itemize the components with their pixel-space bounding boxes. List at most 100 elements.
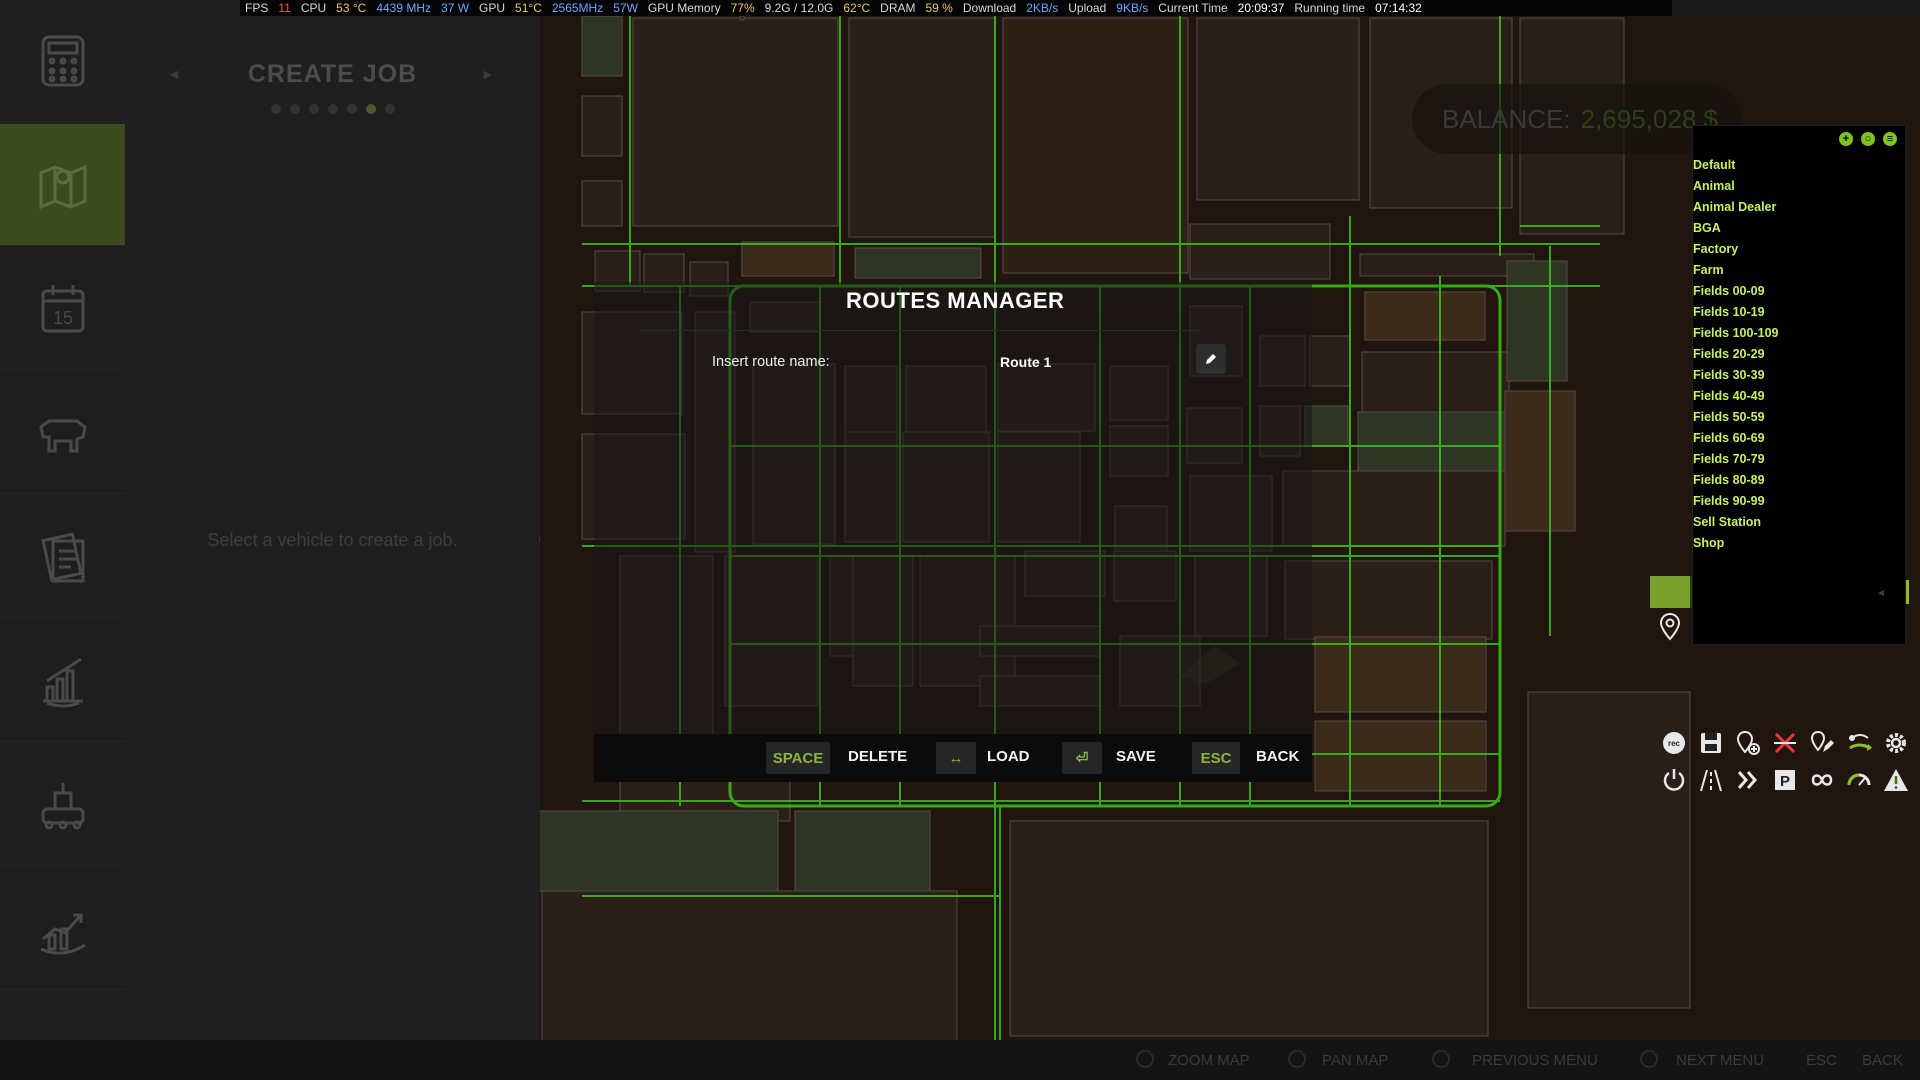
sidebar-item-finance[interactable]: [0, 868, 125, 990]
svg-text:P: P: [1779, 773, 1789, 790]
connect-button[interactable]: [1840, 724, 1877, 761]
stat-16: Download: [962, 1, 1017, 15]
bottom-control-bar: [0, 1040, 1920, 1080]
route-list-item[interactable]: Default: [1693, 155, 1903, 176]
settings-button[interactable]: [1877, 724, 1914, 761]
route-name-label: Insert route name:: [712, 354, 830, 370]
stat-10: GPU Memory: [647, 1, 721, 15]
previous-menu-icon: [1432, 1050, 1450, 1068]
route-list-item[interactable]: Fields 50-59: [1693, 407, 1903, 428]
edit-marker-icon: [1810, 730, 1834, 752]
route-list-item[interactable]: Shop: [1693, 533, 1903, 554]
fast-forward-icon: [1737, 770, 1757, 789]
record-icon: rec: [1662, 731, 1685, 754]
job-page-dot[interactable]: [384, 104, 395, 114]
parking-icon: P: [1774, 769, 1795, 790]
route-list: Default Animal Animal Dealer BGA Factory Farm…: [1693, 155, 1903, 554]
stat-5: 37 W: [441, 1, 470, 15]
stat-18: Upload: [1068, 1, 1107, 15]
delete-route-icon: [1773, 732, 1796, 753]
previous-menu-hint[interactable]: PREVIOUS MENU: [1472, 1052, 1598, 1069]
route-list-item[interactable]: Fields 80-89: [1693, 470, 1903, 491]
route-list-item[interactable]: Animal Dealer: [1693, 197, 1903, 218]
dialog-title: ROUTES MANAGER: [846, 288, 1065, 313]
delete-button[interactable]: DELETE: [848, 748, 907, 765]
job-page-dots: [125, 104, 540, 114]
job-page-dot[interactable]: [308, 104, 319, 114]
stat-9: 57W: [613, 1, 638, 15]
back-hint[interactable]: BACK: [1862, 1052, 1903, 1069]
fast-forward-button[interactable]: [1729, 761, 1766, 798]
record-button[interactable]: rec: [1655, 724, 1692, 761]
save-button[interactable]: SAVE: [1116, 748, 1156, 765]
edit-route-name-button[interactable]: [1196, 344, 1226, 374]
next-menu-hint[interactable]: NEXT MENU: [1676, 1052, 1764, 1069]
stat-23: 07:14:32: [1375, 1, 1422, 15]
job-page-dot[interactable]: [365, 104, 376, 114]
speedometer-button[interactable]: [1840, 761, 1877, 798]
route-list-item[interactable]: Animal: [1693, 176, 1903, 197]
route-list-item[interactable]: Fields 70-79: [1693, 449, 1903, 470]
loop-button[interactable]: [1803, 761, 1840, 798]
route-list-item[interactable]: Factory: [1693, 239, 1903, 260]
route-list-item[interactable]: BGA: [1693, 218, 1903, 239]
stat-17: 2KB/s: [1026, 1, 1059, 15]
load-button[interactable]: LOAD: [987, 748, 1030, 765]
route-selection-indicator: [1650, 576, 1690, 608]
save-button[interactable]: [1692, 724, 1729, 761]
filter-route-icon[interactable]: ≡: [1883, 132, 1897, 146]
sidebar-item-cow[interactable]: [0, 372, 125, 494]
load-key-hint[interactable]: ↔: [936, 742, 976, 774]
add-marker-icon: [1736, 730, 1760, 755]
power-button[interactable]: [1655, 761, 1692, 798]
route-list-item[interactable]: Fields 90-99: [1693, 491, 1903, 512]
sidebar-item-statistics[interactable]: [0, 620, 125, 742]
sidebar-item-map[interactable]: [0, 124, 125, 246]
stat-13: 62°C: [843, 1, 871, 15]
stat-7: 51°C: [515, 1, 542, 15]
sidebar-item-calculator[interactable]: [0, 0, 125, 122]
stat-1: 11: [278, 1, 291, 15]
esc-key-hint[interactable]: ESC: [1192, 742, 1240, 774]
route-selection-edge: [1906, 580, 1909, 604]
route-list-item[interactable]: Fields 10-19: [1693, 302, 1903, 323]
space-key-hint[interactable]: SPACE: [766, 742, 830, 774]
save-key-hint[interactable]: ⏎: [1062, 742, 1102, 774]
edit-marker-button[interactable]: [1803, 724, 1840, 761]
esc-hint: ESC: [1806, 1052, 1837, 1069]
sidebar-item-production[interactable]: [0, 744, 125, 866]
parking-button[interactable]: P: [1766, 761, 1803, 798]
job-page-dot[interactable]: [270, 104, 281, 114]
warning-button[interactable]: [1877, 761, 1914, 798]
add-route-icon[interactable]: +: [1839, 132, 1853, 146]
job-page-dot[interactable]: [289, 104, 300, 114]
settings-icon: [1885, 732, 1906, 753]
pan-map-hint[interactable]: PAN MAP: [1322, 1052, 1388, 1069]
marker-pin-icon[interactable]: [1658, 612, 1682, 642]
route-list-item[interactable]: Fields 100-109: [1693, 323, 1903, 344]
route-list-item[interactable]: Fields 20-29: [1693, 344, 1903, 365]
back-button[interactable]: BACK: [1256, 748, 1299, 765]
add-marker-button[interactable]: [1729, 724, 1766, 761]
job-page-dot[interactable]: [346, 104, 357, 114]
map-icon: [39, 164, 86, 209]
loop-icon: [1811, 773, 1832, 786]
route-name-input[interactable]: Route 1: [990, 344, 1182, 380]
sidebar-item-calendar[interactable]: 15: [0, 248, 125, 370]
route-list-item[interactable]: Fields 30-39: [1693, 365, 1903, 386]
job-page-dot[interactable]: [327, 104, 338, 114]
stat-4: 4439 MHz: [376, 1, 432, 15]
route-list-item[interactable]: Fields 40-49: [1693, 386, 1903, 407]
route-list-item[interactable]: Farm: [1693, 260, 1903, 281]
route-list-item[interactable]: Fields 60-69: [1693, 428, 1903, 449]
route-list-item[interactable]: Sell Station: [1693, 512, 1903, 533]
job-next-arrow[interactable]: ►: [481, 66, 495, 82]
route-list-item[interactable]: Fields 00-09: [1693, 281, 1903, 302]
stat-15: 59 %: [925, 1, 953, 15]
sidebar-item-contracts[interactable]: [0, 496, 125, 618]
road-button[interactable]: [1692, 761, 1729, 798]
zoom-map-hint[interactable]: ZOOM MAP: [1168, 1052, 1250, 1069]
stat-12: 9.2G / 12.0G: [764, 1, 834, 15]
search-route-icon[interactable]: ○: [1861, 132, 1875, 146]
delete-route-button[interactable]: [1766, 724, 1803, 761]
